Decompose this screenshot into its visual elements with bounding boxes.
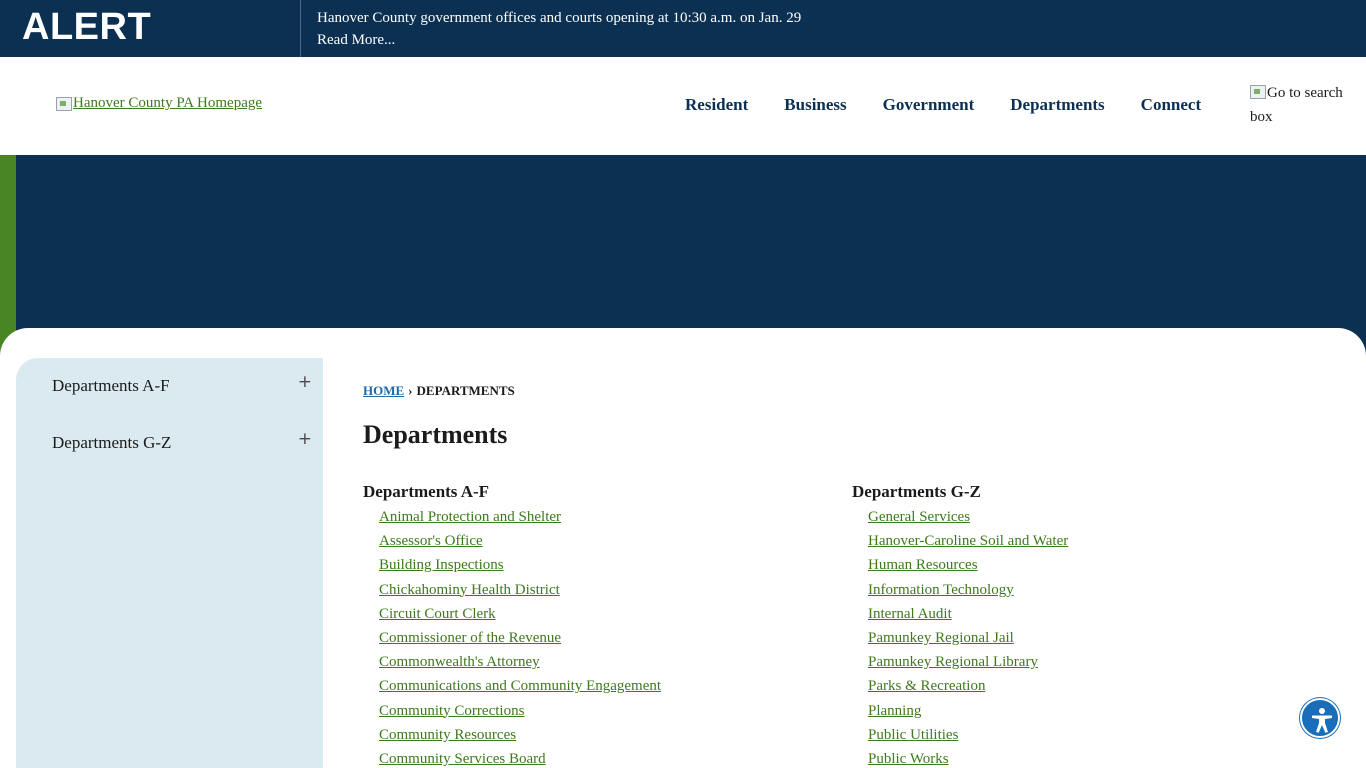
breadcrumb: HOME › DEPARTMENTS [363,383,515,399]
list-item: Circuit Court Clerk [379,602,661,626]
department-link[interactable]: Information Technology [868,582,1014,598]
banner-accent-stripe [0,155,16,355]
list-item: Internal Audit [868,602,1068,626]
column-heading: Departments G-Z [852,482,981,501]
department-link[interactable]: Communications and Community Engagement [379,678,661,694]
sidebar-item-departments-g-z[interactable]: Departments G-Z + [52,429,312,453]
department-link[interactable]: Planning [868,703,921,719]
nav-business[interactable]: Business [766,95,864,115]
department-link[interactable]: Hanover-Caroline Soil and Water [868,533,1068,549]
accessibility-button[interactable] [1300,698,1340,738]
department-link[interactable]: Public Works [868,751,949,767]
department-link[interactable]: Pamunkey Regional Jail [868,630,1014,646]
list-item: Communications and Community Engagement [379,674,661,698]
department-link[interactable]: Pamunkey Regional Library [868,654,1038,670]
hero-banner [0,155,1366,355]
list-item: Building Inspections [379,553,661,577]
nav-resident[interactable]: Resident [667,95,766,115]
list-item: Community Services Board [379,747,661,768]
accessibility-person-icon [1312,708,1332,733]
departments-a-f-column: Departments A-F Animal Protection and Sh… [363,481,661,768]
list-item: Human Resources [868,553,1068,577]
logo-link[interactable]: Hanover County PA Homepage [56,95,262,112]
logo-alt-text[interactable]: Hanover County PA Homepage [73,95,262,112]
departments-g-z-column: Departments G-Z General Services Hanover… [852,481,1068,768]
department-link[interactable]: Community Corrections [379,703,524,719]
department-link[interactable]: Parks & Recreation [868,678,985,694]
sidebar-item-label[interactable]: Departments A-F [52,376,170,395]
list-item: Commissioner of the Revenue [379,626,661,650]
list-item: Information Technology [868,578,1068,602]
nav-government[interactable]: Government [865,95,993,115]
department-link[interactable]: Chickahominy Health District [379,582,560,598]
department-list: General Services Hanover-Caroline Soil a… [868,505,1068,768]
list-item: Public Utilities [868,723,1068,747]
sidebar: Departments A-F + Departments G-Z + [16,358,323,768]
alert-message[interactable]: Hanover County government offices and co… [317,7,801,51]
list-item: Chickahominy Health District [379,578,661,602]
alert-message-line[interactable]: Hanover County government offices and co… [317,7,801,29]
list-item: Assessor's Office [379,529,661,553]
page-title: Departments [363,420,508,449]
nav-departments[interactable]: Departments [992,95,1122,115]
breadcrumb-current: DEPARTMENTS [416,383,515,398]
broken-image-icon [56,96,72,111]
expand-plus-icon[interactable]: + [298,429,312,449]
list-item: Animal Protection and Shelter [379,505,661,529]
breadcrumb-separator: › [408,383,413,398]
list-item: Pamunkey Regional Library [868,650,1068,674]
department-link[interactable]: Public Utilities [868,727,958,743]
department-link[interactable]: Internal Audit [868,606,952,622]
list-item: Hanover-Caroline Soil and Water [868,529,1068,553]
department-link[interactable]: Animal Protection and Shelter [379,509,561,525]
department-link[interactable]: Commonwealth's Attorney [379,654,540,670]
list-item: Planning [868,699,1068,723]
department-link[interactable]: General Services [868,509,970,525]
list-item: Commonwealth's Attorney [379,650,661,674]
department-link[interactable]: Assessor's Office [379,533,483,549]
list-item: Parks & Recreation [868,674,1068,698]
list-item: Public Works [868,747,1068,768]
department-link[interactable]: Community Services Board [379,751,546,767]
list-item: General Services [868,505,1068,529]
search-toggle[interactable]: Go to search box [1250,81,1360,129]
alert-label: ALERT [22,6,152,48]
nav-connect[interactable]: Connect [1123,95,1219,115]
alert-divider [300,0,301,57]
alert-read-more-link[interactable]: Read More... [317,29,801,51]
site-header: Hanover County PA Homepage Resident Busi… [0,57,1366,155]
department-link[interactable]: Commissioner of the Revenue [379,630,561,646]
sidebar-item-label[interactable]: Departments G-Z [52,433,171,452]
alert-bar: ALERT Hanover County government offices … [0,0,1366,57]
department-link[interactable]: Circuit Court Clerk [379,606,496,622]
breadcrumb-home-link[interactable]: HOME [363,383,404,398]
main-nav: Resident Business Government Departments… [667,95,1219,115]
sidebar-item-departments-a-f[interactable]: Departments A-F + [52,372,312,396]
list-item: Pamunkey Regional Jail [868,626,1068,650]
department-link[interactable]: Human Resources [868,557,978,573]
list-item: Community Resources [379,723,661,747]
list-item: Community Corrections [379,699,661,723]
department-link[interactable]: Building Inspections [379,557,504,573]
department-list: Animal Protection and Shelter Assessor's… [379,505,661,768]
broken-image-icon [1250,85,1266,99]
department-link[interactable]: Community Resources [379,727,516,743]
column-heading: Departments A-F [363,482,490,501]
expand-plus-icon[interactable]: + [298,372,312,392]
